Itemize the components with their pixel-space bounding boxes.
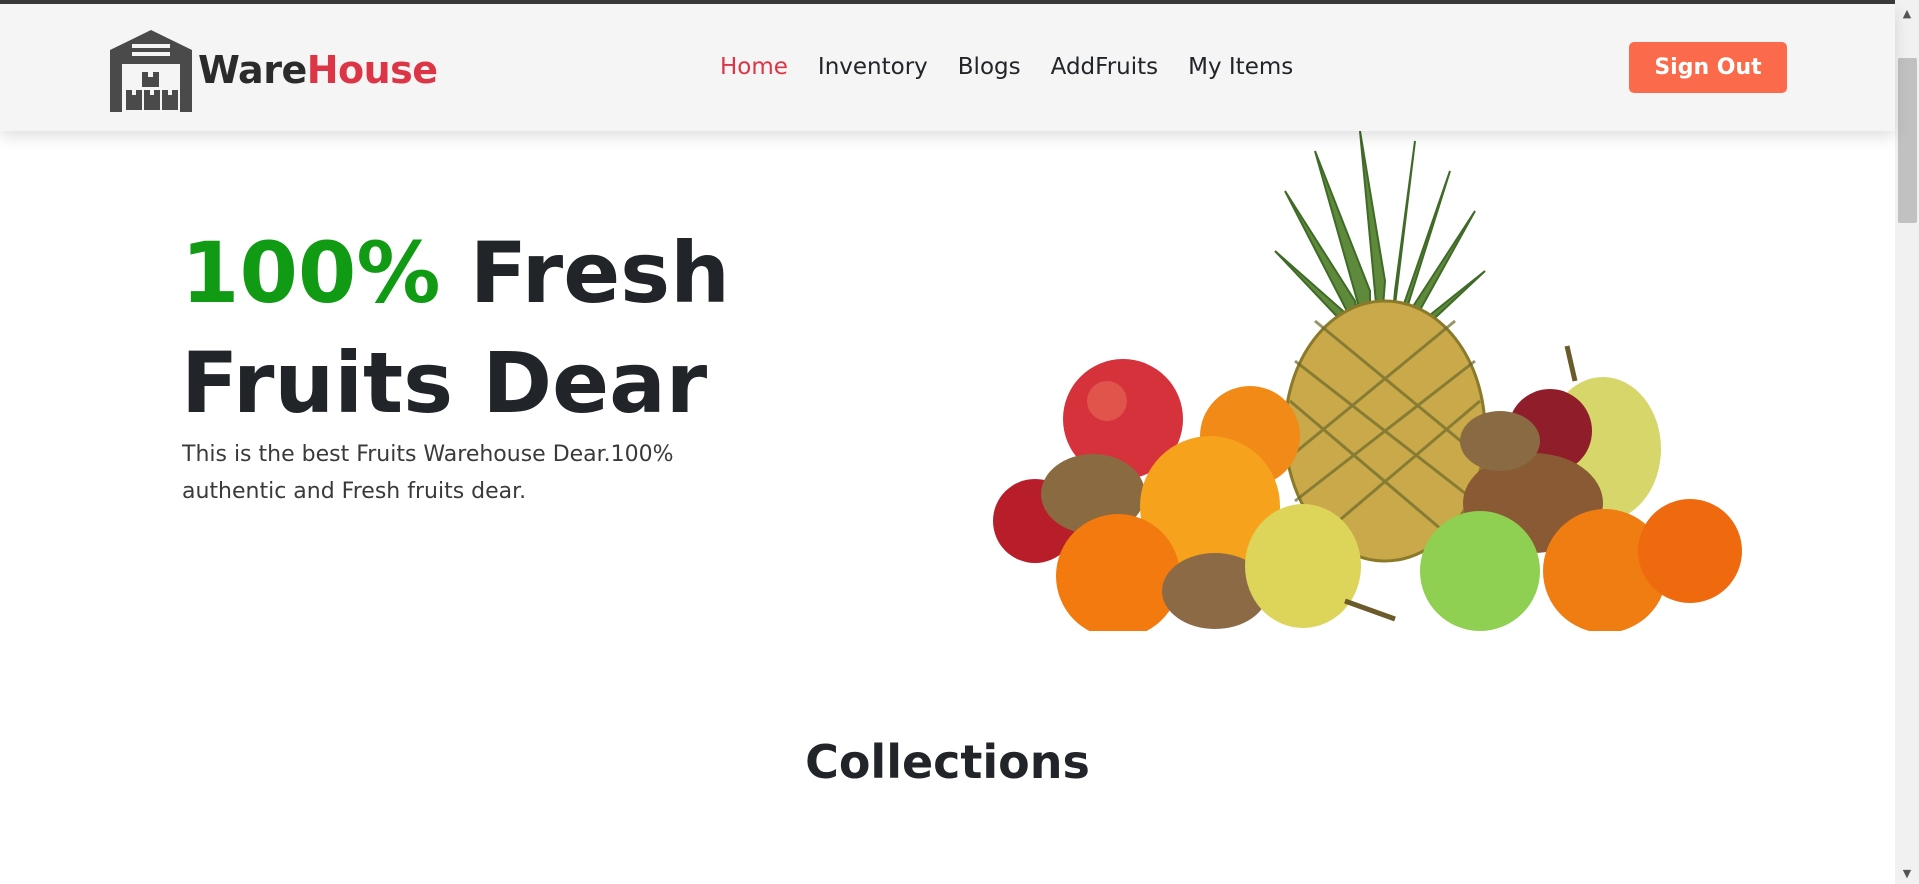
navbar: WareHouse Home Inventory Blogs AddFruits…	[0, 4, 1895, 131]
brand-name-part2: House	[306, 48, 438, 92]
nav-add-fruits[interactable]: AddFruits	[1051, 54, 1159, 80]
warehouse-icon	[110, 30, 192, 112]
hero-title: 100% Fresh Fruits Dear	[181, 218, 730, 438]
scrollbar-thumb[interactable]	[1898, 58, 1917, 223]
nav-blogs[interactable]: Blogs	[958, 54, 1021, 80]
page-scrollbar[interactable]: ▲ ▼	[1895, 0, 1919, 884]
main-nav: Home Inventory Blogs AddFruits My Items	[720, 54, 1323, 80]
hero-description: This is the best Fruits Warehouse Dear.1…	[182, 442, 674, 504]
brand-logo[interactable]: WareHouse	[108, 27, 438, 113]
sign-out-button[interactable]: Sign Out	[1629, 42, 1787, 93]
nav-home[interactable]: Home	[720, 54, 788, 80]
brand-name: WareHouse	[198, 48, 438, 92]
hero-title-accent: 100%	[181, 224, 441, 322]
collections-heading: Collections	[805, 735, 1090, 789]
nav-my-items[interactable]: My Items	[1188, 54, 1293, 80]
fruit-assortment-image	[993, 131, 1742, 631]
scroll-up-arrow-icon[interactable]: ▲	[1895, 4, 1919, 24]
brand-name-part1: Ware	[198, 48, 307, 92]
hero-title-rest: Fresh	[440, 224, 730, 322]
hero-title-line2: Fruits Dear	[181, 334, 708, 432]
scroll-down-arrow-icon[interactable]: ▼	[1895, 864, 1919, 884]
nav-inventory[interactable]: Inventory	[818, 54, 928, 80]
